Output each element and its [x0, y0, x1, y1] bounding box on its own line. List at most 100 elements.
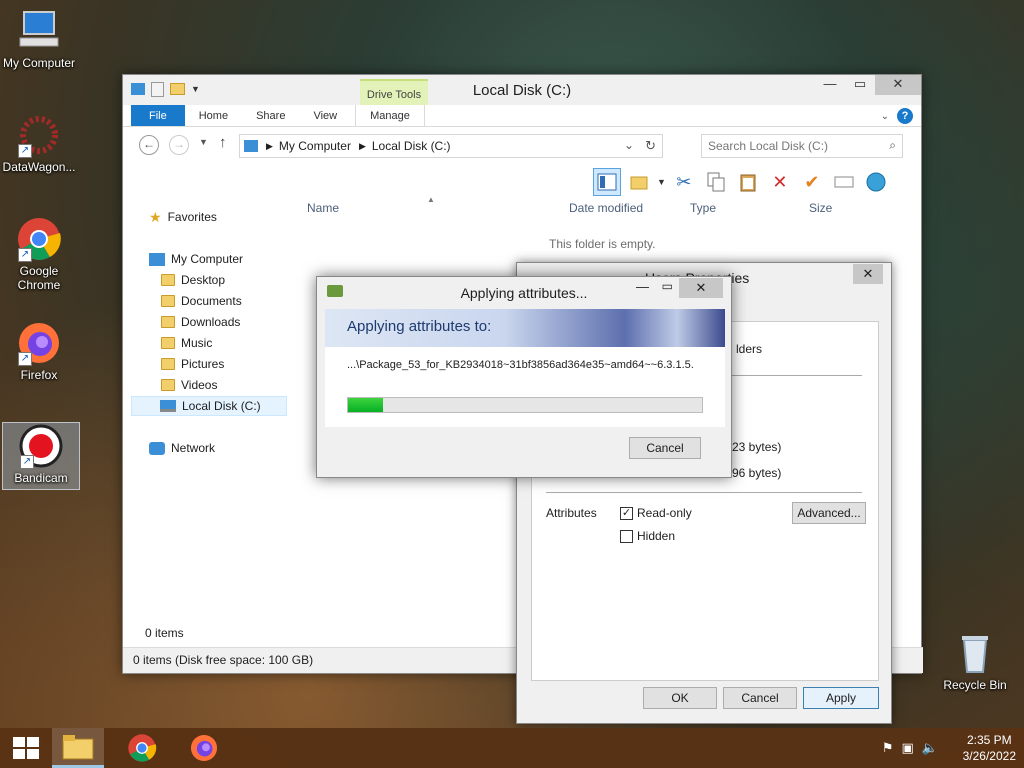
tab-manage[interactable]: Manage	[355, 105, 425, 126]
divider	[546, 492, 862, 493]
up-button[interactable]: ↑	[219, 134, 227, 151]
column-header-type[interactable]: Type	[690, 201, 716, 215]
start-button[interactable]	[0, 728, 52, 768]
size-fragment: 23 bytes)	[732, 440, 782, 454]
copy-icon[interactable]	[702, 168, 730, 196]
preview-pane-icon[interactable]	[593, 168, 621, 196]
globe-icon[interactable]	[862, 168, 890, 196]
applying-banner: Applying attributes to:	[325, 309, 725, 347]
nav-videos[interactable]: Videos	[161, 375, 217, 395]
forward-button[interactable]: →	[169, 135, 189, 155]
expand-ribbon-icon[interactable]: ⌄	[881, 111, 889, 122]
shortcut-arrow-icon: ↗	[18, 248, 32, 262]
shortcut-arrow-icon: ↗	[18, 144, 32, 158]
paste-icon[interactable]	[734, 168, 762, 196]
breadcrumb-separator-icon: ▶	[358, 140, 366, 151]
clock-time: 2:35 PM	[966, 733, 1012, 747]
minimize-button[interactable]: —	[636, 279, 649, 294]
navigation-pane: ★ Favorites My Computer Desktop Document…	[123, 199, 293, 619]
rename-icon[interactable]	[830, 168, 858, 196]
windows-logo-icon	[13, 737, 39, 759]
window-controls: — ▭ ✕	[815, 75, 921, 95]
system-tray: ⚑ ▣ 🔈	[882, 740, 938, 756]
tab-share[interactable]: Share	[242, 105, 299, 126]
advanced-button[interactable]: Advanced...	[792, 502, 866, 524]
recent-locations-icon[interactable]: ▼	[199, 137, 208, 147]
refresh-icon[interactable]: ↻	[645, 138, 656, 154]
maximize-button[interactable]: ▭	[662, 279, 673, 293]
tab-home[interactable]: Home	[185, 105, 242, 126]
maximize-button[interactable]: ▭	[845, 75, 875, 95]
properties-close-button[interactable]: ✕	[853, 264, 883, 284]
tab-view[interactable]: View	[299, 105, 351, 126]
desktop-icon-datawagon[interactable]: ↗ DataWagon...	[0, 112, 78, 174]
hidden-checkbox[interactable]: Hidden	[620, 529, 675, 544]
desktop-icon-my-computer[interactable]: My Computer	[0, 8, 78, 70]
ribbon-controls: ⌄ ?	[881, 108, 913, 124]
taskbar-chrome[interactable]	[116, 728, 168, 768]
clock-date: 3/26/2022	[962, 749, 1016, 763]
chrome-icon: ↗	[16, 216, 62, 262]
nav-label: Local Disk (C:)	[182, 399, 261, 413]
ok-button[interactable]: OK	[643, 687, 717, 709]
desktop-icon-recycle-bin[interactable]: Recycle Bin	[936, 630, 1014, 692]
close-button[interactable]: ✕	[679, 278, 723, 298]
divider	[732, 375, 862, 376]
minimize-button[interactable]: —	[815, 75, 845, 95]
breadcrumb-my-computer[interactable]: My Computer	[279, 139, 351, 153]
network-icon	[149, 441, 165, 455]
column-header-name[interactable]: Name	[307, 201, 339, 215]
computer-small-icon	[244, 140, 258, 152]
cancel-button[interactable]: Cancel	[629, 437, 701, 459]
tab-file[interactable]: File	[131, 105, 185, 126]
nav-desktop[interactable]: Desktop	[161, 270, 225, 290]
search-input[interactable]: Search Local Disk (C:) ⌕	[701, 134, 903, 158]
status-text: 0 items (Disk free space: 100 GB)	[133, 653, 314, 667]
apply-button[interactable]: Apply	[803, 687, 879, 709]
item-count: 0 items	[145, 626, 184, 640]
network-icon[interactable]: ▣	[902, 740, 914, 756]
taskbar-firefox[interactable]	[178, 728, 230, 768]
address-dropdown-icon[interactable]: ⌄	[624, 138, 634, 152]
back-button[interactable]: ←	[139, 135, 159, 155]
size-on-disk-fragment: 96 bytes)	[732, 466, 782, 480]
window-title: Local Disk (C:)	[472, 82, 572, 99]
file-explorer-icon	[62, 734, 94, 759]
desktop-icon-label: Bandicam	[14, 471, 68, 485]
nav-documents[interactable]: Documents	[161, 291, 242, 311]
clock[interactable]: 2:35 PM 3/26/2022	[963, 732, 1016, 764]
cut-icon[interactable]: ✂	[670, 168, 698, 196]
desktop-icon-google-chrome[interactable]: ↗ Google Chrome	[0, 216, 78, 292]
nav-local-disk[interactable]: Local Disk (C:)	[131, 396, 287, 416]
folder-properties-icon[interactable]	[625, 168, 653, 196]
nav-my-computer[interactable]: My Computer	[149, 249, 243, 269]
address-row: ← → ▼ ↑ ▶ My Computer ▶ Local Disk (C:) …	[123, 127, 921, 161]
breadcrumb-local-disk[interactable]: Local Disk (C:)	[372, 139, 451, 153]
action-center-flag-icon[interactable]: ⚑	[882, 740, 894, 756]
readonly-checkbox[interactable]: ✓ Read-only	[620, 506, 692, 521]
help-icon[interactable]: ?	[897, 108, 913, 124]
nav-network[interactable]: Network	[149, 438, 215, 458]
folder-icon	[161, 337, 175, 349]
cancel-button[interactable]: Cancel	[723, 687, 797, 709]
desktop-icon-label: Google Chrome	[17, 264, 61, 292]
chevron-down-icon[interactable]: ▼	[657, 177, 666, 187]
nav-downloads[interactable]: Downloads	[161, 312, 240, 332]
desktop-icon-firefox[interactable]: ↗ Firefox	[0, 320, 78, 382]
address-bar[interactable]: ▶ My Computer ▶ Local Disk (C:) ⌄ ↻	[239, 134, 663, 158]
attributes-label: Attributes	[546, 506, 597, 520]
nav-pictures[interactable]: Pictures	[161, 354, 224, 374]
folder-icon	[161, 274, 175, 286]
nav-favorites[interactable]: ★ Favorites	[149, 207, 217, 227]
column-header-size[interactable]: Size	[809, 201, 832, 215]
nav-music[interactable]: Music	[161, 333, 212, 353]
column-header-date[interactable]: Date modified	[569, 201, 643, 215]
volume-muted-icon[interactable]: 🔈	[922, 740, 938, 756]
checkmark-icon[interactable]: ✔	[798, 168, 826, 196]
desktop-icon-bandicam[interactable]: ↗ Bandicam	[2, 422, 80, 490]
delete-icon[interactable]: ✕	[766, 168, 794, 196]
close-button[interactable]: ✕	[875, 75, 921, 95]
taskbar-file-explorer[interactable]	[52, 728, 104, 768]
nav-label: Music	[181, 336, 213, 350]
shortcut-arrow-icon: ↗	[20, 455, 34, 469]
